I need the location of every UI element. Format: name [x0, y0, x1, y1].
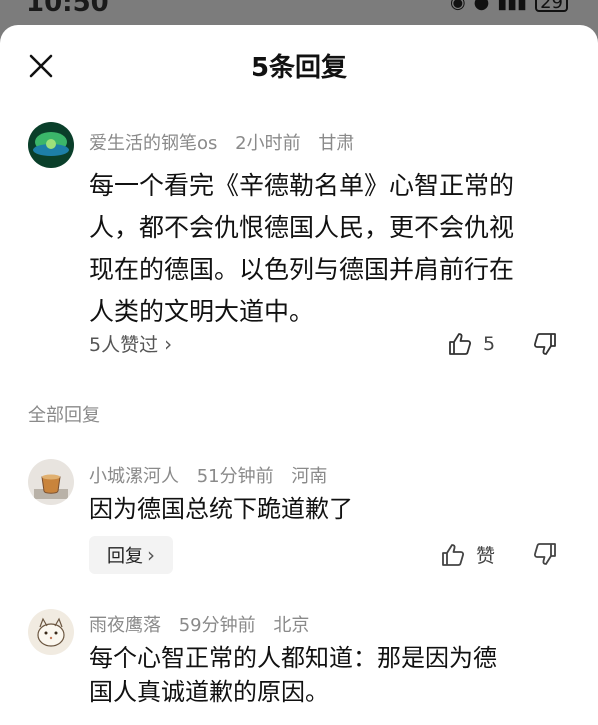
status-icons: ◉ ● ▮▮▮ 29	[450, 0, 568, 13]
liked-by-text: 5人赞过	[89, 334, 159, 356]
comment-text[interactable]: 每一个看完《辛德勒名单》心智正常的 人，都不会仇恨德国人民，更不会仇视 现在的德…	[89, 165, 569, 333]
like-count: 5	[483, 333, 496, 355]
reply-text[interactable]: 因为德国总统下跪道歉了	[89, 492, 569, 526]
reply-button[interactable]: 回复 ›	[89, 536, 173, 574]
liked-by-link[interactable]: 5人赞过 ›	[89, 330, 172, 357]
sheet-header: 5条回复	[0, 25, 598, 105]
avatar[interactable]	[28, 459, 74, 505]
dislike-button[interactable]	[532, 541, 558, 567]
chevron-right-icon: ›	[164, 331, 173, 356]
avatar[interactable]	[28, 122, 74, 168]
location: 北京	[273, 615, 310, 636]
username[interactable]: 爱生活的钢笔os	[89, 133, 217, 154]
username[interactable]: 雨夜鹰落	[89, 615, 161, 636]
thumbs-up-icon	[442, 543, 465, 566]
comment-line: 人，都不会仇恨德国人民，更不会仇视	[89, 213, 515, 242]
reply-meta: 小城漯河人 51分钟前 河南	[89, 462, 339, 488]
like-button[interactable]: 5	[447, 331, 495, 357]
like-label: 赞	[476, 545, 496, 567]
avatar[interactable]	[28, 609, 74, 655]
status-bar: 10:50 ◉ ● ▮▮▮ 29	[0, 0, 598, 22]
thumbs-down-icon	[533, 543, 556, 565]
status-time: 10:50	[26, 0, 109, 18]
comment-line: 现在的德国。以色列与德国并肩前行在	[89, 255, 515, 284]
comment-meta: 爱生活的钢笔os 2小时前 甘肃	[89, 129, 366, 155]
dislike-button[interactable]	[532, 331, 558, 357]
signal-icon: ▮▮▮	[497, 0, 528, 13]
comment-line: 人类的文明大道中。	[89, 297, 315, 326]
reply-line: 每个心智正常的人都知道：那是因为德	[89, 644, 497, 672]
location: 河南	[291, 466, 328, 487]
reply-button-label: 回复	[107, 546, 143, 567]
thumbs-down-icon	[533, 333, 556, 355]
timestamp: 51分钟前	[196, 466, 274, 487]
location: 甘肃	[318, 133, 355, 154]
reply-meta: 雨夜鹰落 59分钟前 北京	[89, 611, 321, 637]
chevron-right-icon: ›	[147, 543, 155, 567]
thumbs-up-icon	[449, 333, 472, 355]
timestamp: 59分钟前	[178, 615, 256, 636]
comment-line: 每一个看完《辛德勒名单》心智正常的	[89, 171, 515, 200]
battery-icon: 29	[535, 0, 568, 12]
replies-sheet: 5条回复 爱生活的钢笔os 2小时前 甘肃 每一个看完《辛德勒名单》心智正常的 …	[0, 25, 598, 725]
like-button[interactable]: 赞	[440, 541, 495, 568]
reply-line: 国人真诚道歉的原因。	[89, 678, 329, 706]
mute-icon: ●	[473, 0, 490, 13]
section-title: 全部回复	[28, 405, 100, 426]
page-title: 5条回复	[250, 53, 348, 83]
eye-icon: ◉	[449, 0, 466, 13]
username[interactable]: 小城漯河人	[89, 466, 179, 487]
timestamp: 2小时前	[235, 133, 301, 154]
